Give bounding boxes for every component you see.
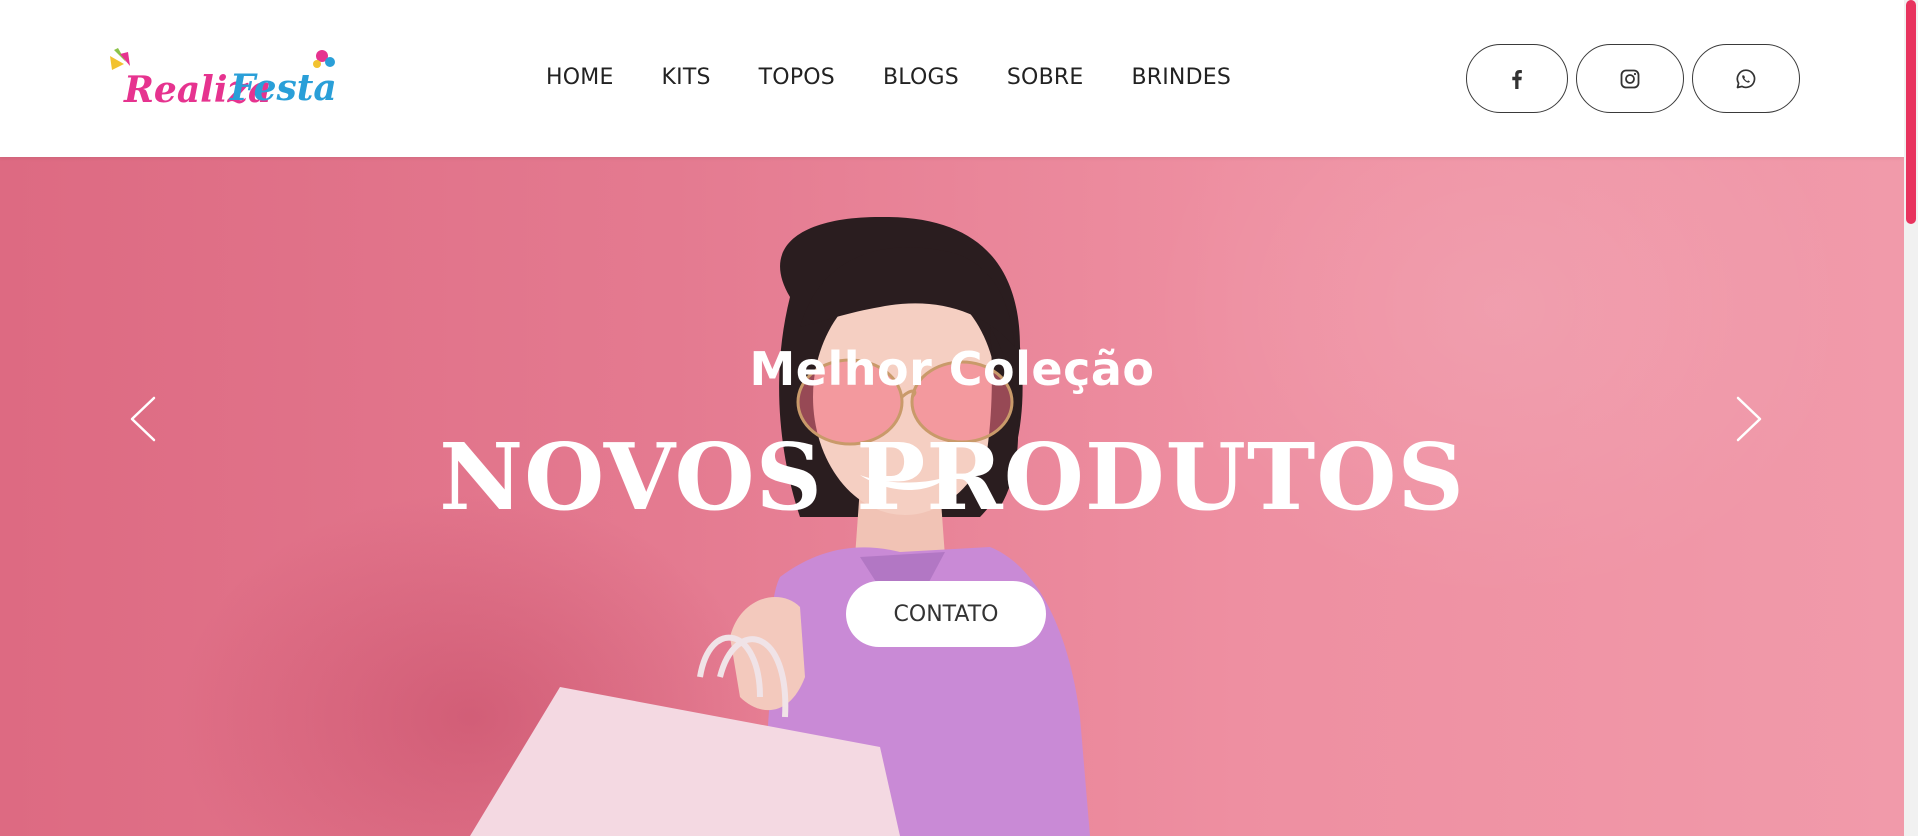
instagram-icon: [1620, 69, 1640, 88]
page: Realiza Festa HOME KITS TOPOS BLOGS SOBR…: [0, 0, 1918, 836]
slider-prev-button[interactable]: [124, 394, 160, 444]
facebook-icon: [1512, 69, 1522, 89]
hero-slider: Melhor Coleção NOVOS PRODUTOS CONTATO: [0, 157, 1904, 836]
whatsapp-icon: [1736, 68, 1756, 88]
site-logo[interactable]: Realiza Festa: [106, 46, 338, 116]
facebook-button[interactable]: [1466, 44, 1568, 113]
hero-content: Melhor Coleção NOVOS PRODUTOS CONTATO: [0, 157, 1904, 836]
scrollbar-thumb[interactable]: [1906, 0, 1916, 224]
hero-title: NOVOS PRODUTOS: [439, 423, 1465, 531]
social-links: [1466, 44, 1800, 113]
whatsapp-button[interactable]: [1692, 44, 1800, 113]
main-nav: HOME KITS TOPOS BLOGS SOBRE BRINDES: [546, 56, 1231, 98]
instagram-button[interactable]: [1576, 44, 1684, 113]
nav-item-brindes[interactable]: BRINDES: [1131, 65, 1231, 90]
nav-item-sobre[interactable]: SOBRE: [1007, 65, 1084, 90]
site-header: Realiza Festa HOME KITS TOPOS BLOGS SOBR…: [0, 0, 1904, 157]
nav-item-blogs[interactable]: BLOGS: [883, 65, 959, 90]
nav-item-home[interactable]: HOME: [546, 65, 614, 90]
hero-subtitle: Melhor Coleção: [749, 342, 1155, 396]
logo-text-festa: Festa: [229, 67, 337, 109]
chevron-right-icon: [1736, 396, 1762, 442]
logo-icon: Realiza Festa: [110, 48, 337, 111]
contact-button[interactable]: CONTATO: [846, 581, 1046, 647]
nav-item-topos[interactable]: TOPOS: [759, 65, 835, 90]
page-scrollbar[interactable]: [1904, 0, 1918, 836]
chevron-left-icon: [130, 396, 156, 442]
slider-next-button[interactable]: [1732, 394, 1768, 444]
nav-item-kits[interactable]: KITS: [662, 65, 711, 90]
